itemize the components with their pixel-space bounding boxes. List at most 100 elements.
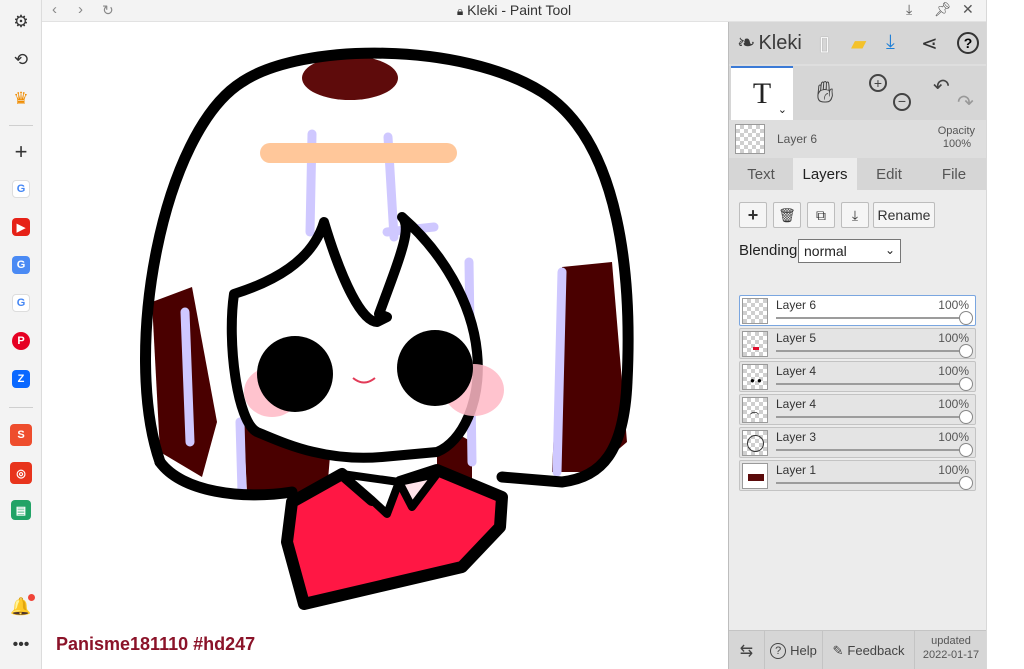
layer-item[interactable]: Layer 3 100% — [739, 427, 976, 458]
sidebar-divider — [9, 407, 33, 408]
layer-opacity: 100% — [938, 463, 969, 477]
settings-icon[interactable]: ⚙ — [10, 11, 32, 33]
layer-item[interactable]: ⌒ Layer 4 100% — [739, 394, 976, 425]
feedback-button[interactable]: ✎ Feedback — [823, 631, 915, 669]
tab-text[interactable]: Text — [729, 158, 793, 190]
kleki-logo-icon: ❧ — [737, 30, 756, 55]
panel-footer: ⇆ ? Help ✎ Feedback updated 2022-01-17 — [729, 630, 987, 669]
brand-bar: ❧ Kleki ▯ ▰ ⤓ ⋖ ? — [729, 22, 987, 64]
download-icon[interactable]: ⤓ — [906, 1, 912, 18]
active-layer-name: Layer 6 — [777, 132, 818, 146]
merge-layer-button[interactable]: ⤓ — [841, 202, 869, 228]
zoom-in-icon[interactable]: + — [869, 74, 887, 92]
tab-file[interactable]: File — [921, 158, 987, 190]
canvas-watermark: Panisme181110 #hd247 — [56, 634, 256, 654]
help-icon[interactable]: ? — [957, 32, 979, 54]
merge-down-icon: ⤓ — [851, 206, 859, 223]
tab-layers[interactable]: Layers — [793, 158, 857, 190]
duplicate-layer-button[interactable]: ⧉ — [807, 202, 835, 228]
sheets-icon[interactable]: ▤ — [11, 500, 31, 520]
window-title: 🔒︎ Kleki - Paint Tool — [42, 2, 986, 19]
game-icon[interactable]: ◎ — [10, 462, 32, 484]
opacity-slider-handle[interactable] — [959, 410, 973, 424]
opacity-slider[interactable] — [776, 449, 966, 451]
zoom-controls: + − — [859, 66, 917, 120]
chevron-down-icon[interactable]: ⌄ — [778, 103, 787, 116]
opacity-slider-handle[interactable] — [959, 344, 973, 358]
history-icon[interactable]: ⟲ — [10, 49, 32, 71]
redo-icon[interactable]: ↷ — [957, 90, 974, 115]
more-icon[interactable]: ••• — [10, 634, 32, 656]
layer-item[interactable]: ● ● Layer 4 100% — [739, 361, 976, 392]
tool-row: T ⌄ ✋︎ + − ↶ ↷ — [729, 66, 987, 120]
updated-label: updated — [931, 635, 971, 647]
opacity-value: 100% — [942, 138, 971, 150]
opacity-slider-handle[interactable] — [959, 443, 973, 457]
chevron-down-icon: ⌄ — [884, 243, 895, 257]
layer-name: Layer 5 — [776, 331, 817, 345]
share-icon[interactable]: ⋖ — [921, 31, 938, 56]
rename-button[interactable]: Rename — [873, 202, 935, 228]
layer-name: Layer 1 — [776, 463, 817, 477]
tab-edit[interactable]: Edit — [857, 158, 921, 190]
opacity-slider[interactable] — [776, 416, 966, 418]
help-icon: ? — [770, 642, 787, 659]
add-layer-button[interactable]: + — [739, 202, 767, 228]
active-layer-header: Layer 6 Opacity 100% — [729, 120, 987, 158]
google-icon[interactable]: G — [12, 294, 30, 312]
layer-item[interactable]: Layer 6 100% — [739, 295, 976, 326]
opacity-slider[interactable] — [776, 350, 966, 352]
blending-select[interactable]: normal ⌄ — [798, 239, 901, 263]
opacity-label: Opacity — [937, 125, 975, 137]
kleki-logo: ❧ Kleki — [737, 30, 802, 56]
layer-opacity: 100% — [938, 364, 969, 378]
layer-name: Layer 6 — [776, 298, 817, 312]
download-icon[interactable]: ⤓ — [886, 31, 895, 54]
pencil-icon: ✎ — [832, 642, 844, 658]
opacity-slider-handle[interactable] — [959, 311, 973, 325]
layer-thumbnail — [742, 430, 768, 456]
swap-sides-button[interactable]: ⇆ — [729, 631, 765, 669]
text-tool-button[interactable]: T ⌄ — [731, 66, 793, 120]
translate-icon[interactable]: G — [12, 256, 30, 274]
window-edge — [986, 0, 1024, 669]
add-icon[interactable]: + — [10, 139, 32, 164]
help-button[interactable]: ? Help — [765, 631, 823, 669]
opacity-slider[interactable] — [776, 317, 966, 319]
updated-info[interactable]: updated 2022-01-17 — [917, 634, 985, 662]
shopee-icon[interactable]: S — [10, 424, 32, 446]
blending-value: normal — [804, 243, 847, 259]
delete-layer-button[interactable]: 🗑︎ — [773, 202, 801, 228]
new-file-icon[interactable]: ▯ — [819, 31, 830, 56]
pinterest-icon[interactable]: P — [12, 332, 30, 350]
layer-opacity: 100% — [938, 298, 969, 312]
crown-icon[interactable]: ♛ — [10, 88, 32, 110]
google-icon[interactable]: G — [12, 180, 30, 198]
browser-titlebar: ‹ › ↻ 🔒︎ Kleki - Paint Tool ⤓ 📌︎ ✕ — [42, 0, 986, 22]
opacity-slider-handle[interactable] — [959, 377, 973, 391]
opacity-slider-handle[interactable] — [959, 476, 973, 490]
close-icon[interactable]: ✕ — [962, 1, 974, 18]
layer-name: Layer 4 — [776, 397, 817, 411]
layer-item[interactable]: Layer 5 100% — [739, 328, 976, 359]
active-layer-thumbnail — [735, 124, 765, 154]
notification-dot — [28, 594, 35, 601]
kleki-panel: ❧ Kleki ▯ ▰ ⤓ ⋖ ? T ⌄ ✋︎ + − ↶ ↷ Layer 6 … — [728, 22, 987, 669]
zalo-icon[interactable]: Z — [12, 370, 30, 388]
opacity-slider[interactable] — [776, 383, 966, 385]
undo-icon[interactable]: ↶ — [933, 74, 950, 99]
layer-opacity: 100% — [938, 331, 969, 345]
zoom-out-icon[interactable]: − — [893, 93, 911, 111]
opacity-slider[interactable] — [776, 482, 966, 484]
hand-tool-button[interactable]: ✋︎ — [793, 66, 857, 120]
browser-sidebar: ⚙ ⟲ ♛ + G ▶ G G P Z S ◎ ▤ 🔔 ••• — [0, 0, 42, 669]
youtube-icon[interactable]: ▶ — [12, 218, 30, 236]
pin-icon[interactable]: 📌︎ — [934, 1, 952, 18]
blending-label: Blending — [739, 242, 798, 259]
lock-icon: 🔒︎ — [456, 4, 464, 18]
layer-item[interactable]: Layer 1 100% — [739, 460, 976, 491]
drawing-canvas[interactable]: Panisme181110 #hd247 — [42, 22, 728, 669]
open-folder-icon[interactable]: ▰ — [851, 31, 866, 56]
layer-thumbnail: ● ● — [742, 364, 768, 390]
layer-name: Layer 4 — [776, 364, 817, 378]
